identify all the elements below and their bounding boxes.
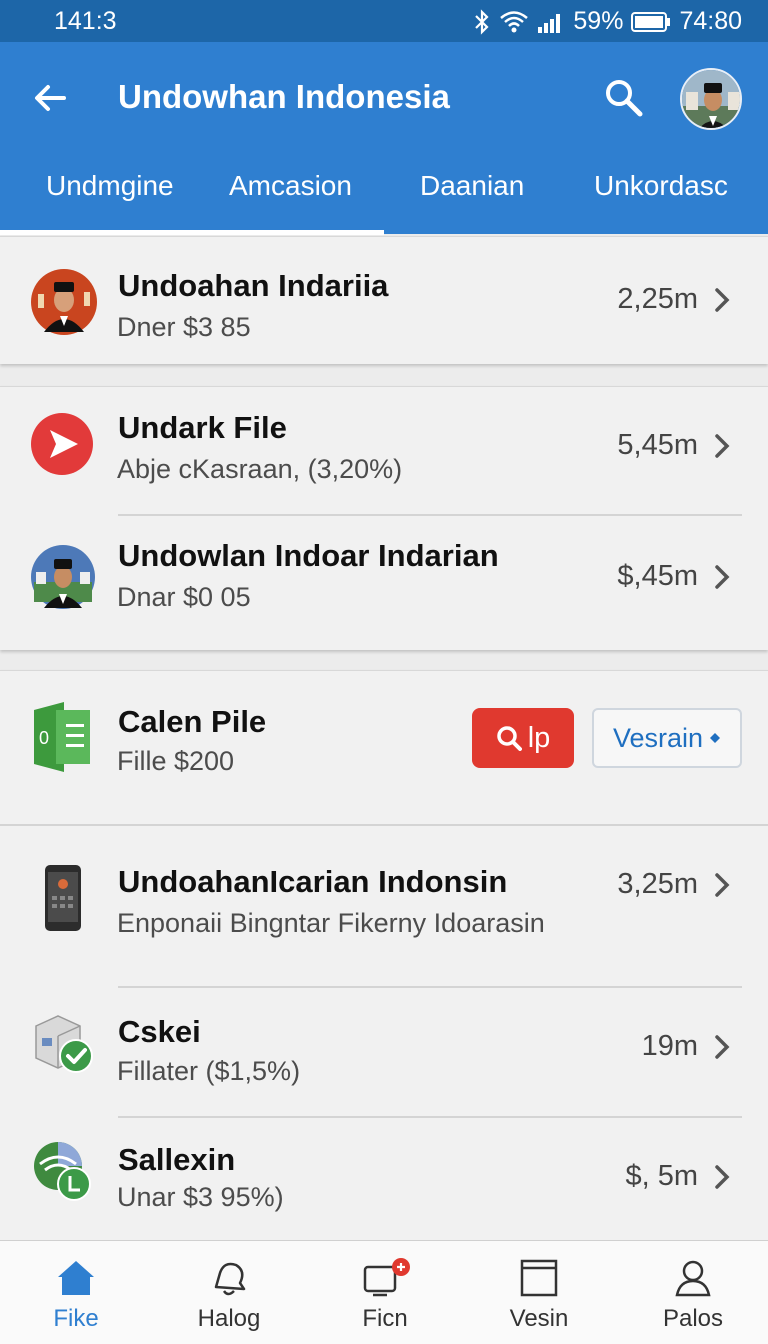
tab-indicator	[0, 230, 384, 235]
tab-bar: Undmgine Amcasion Daanian Unkordasc	[0, 154, 768, 234]
nav-item-label: Palos	[662, 1305, 724, 1332]
list-item[interactable]: Undowlan Indoar Indarian Dnar $0 05 $,45…	[0, 516, 768, 650]
item-name: UndoahanIcarian Indonsin	[118, 864, 508, 899]
bluetooth-icon	[475, 8, 489, 35]
devices-icon	[363, 1258, 410, 1297]
back-arrow-icon[interactable]	[30, 78, 70, 118]
home-icon	[58, 1261, 94, 1295]
signal-icon	[538, 13, 561, 33]
battery-icon	[631, 11, 671, 32]
play-icon	[31, 413, 93, 475]
avatar[interactable]	[680, 68, 742, 130]
portrait-icon	[31, 545, 95, 609]
nav-item-palos[interactable]: Palos	[638, 1257, 748, 1333]
item-subtitle: Unar $3 95%)	[117, 1182, 284, 1212]
status-clock: 74:80	[679, 7, 742, 35]
chevron-right-icon	[715, 1035, 730, 1059]
item-subtitle: Abje cKasraan, (3,20%)	[117, 454, 403, 484]
status-bar: 141:3 59% 74:80	[0, 0, 768, 42]
chevron-right-icon	[715, 434, 730, 458]
globe-icon	[34, 1142, 91, 1201]
item-name: Calen Pile	[118, 704, 267, 739]
tab-undmgine[interactable]: Undmgine	[46, 170, 174, 202]
item-subtitle: Fillater ($1,5%)	[117, 1056, 301, 1086]
item-value: 5,45m	[617, 429, 698, 461]
version-dropdown[interactable]: Vesrain	[592, 708, 742, 768]
nav-item-label: Fike	[53, 1305, 99, 1332]
nav-item-fike[interactable]: Fike	[21, 1257, 131, 1333]
search-icon[interactable]	[602, 76, 646, 120]
list-item[interactable]: Undark File Abje cKasraan, (3,20%) 5,45m	[0, 386, 768, 516]
item-subtitle: Fille $200	[117, 746, 235, 776]
search-action-label: lp	[527, 721, 551, 754]
page-title: Undowhan Indonesia	[118, 78, 450, 115]
search-action-button[interactable]: lp	[472, 708, 574, 768]
item-value: 3,25m	[617, 868, 698, 900]
item-value: $,45m	[617, 560, 698, 592]
nav-item-halog[interactable]: Halog	[174, 1257, 284, 1333]
spreadsheet-icon: 0	[34, 702, 90, 772]
box-check-icon	[35, 1015, 93, 1073]
wifi-icon	[500, 10, 529, 32]
list-item[interactable]: Undoahan Indariia Dner $3 85 2,25m	[0, 236, 768, 364]
item-name: Sallexin	[118, 1142, 236, 1177]
item-name: Undoahan Indariia	[118, 268, 389, 303]
item-subtitle: Dner $3 85	[117, 312, 251, 342]
app-bar: Undowhan Indonesia	[0, 42, 768, 154]
status-icons: 59% 74:80	[473, 7, 742, 36]
tab-unkordasc[interactable]: Unkordasc	[594, 170, 728, 202]
list-item[interactable]: UndoahanIcarian Indonsin Enponaii Bingnt…	[0, 826, 768, 986]
chevron-down-icon	[710, 733, 721, 743]
tab-daanian[interactable]: Daanian	[420, 170, 524, 202]
tab-amcasion[interactable]: Amcasion	[229, 170, 352, 202]
phone-icon	[45, 865, 81, 931]
item-value: $, 5m	[625, 1160, 698, 1192]
item-name: Cskei	[118, 1014, 201, 1049]
svg-text:0: 0	[39, 728, 49, 748]
nav-item-vesin[interactable]: Vesin	[484, 1257, 594, 1333]
nav-item-label: Halog	[197, 1305, 261, 1332]
item-subtitle: Enponaii Bingntar Fikerny Idoarasin	[117, 908, 545, 938]
nav-item-label: Vesin	[509, 1305, 569, 1332]
avatar-portrait-icon	[682, 70, 740, 128]
status-time: 141:3	[54, 7, 117, 35]
window-icon	[520, 1259, 558, 1297]
bell-icon	[214, 1262, 246, 1296]
item-value: 2,25m	[617, 283, 698, 315]
item-name: Undowlan Indoar Indarian	[118, 538, 499, 573]
chevron-right-icon	[715, 1165, 730, 1189]
portrait-icon	[31, 269, 97, 335]
list-item[interactable]: Sallexin Unar $3 95%) $, 5m	[0, 1118, 768, 1240]
chevron-right-icon	[715, 565, 730, 589]
item-name: Undark File	[118, 410, 287, 445]
version-dropdown-label: Vesrain	[612, 722, 704, 753]
battery-percent: 59%	[573, 7, 624, 35]
chevron-right-icon	[715, 288, 730, 312]
bottom-navigation: Fike Halog Ficn Vesin Palos	[0, 1240, 768, 1344]
nav-item-label: Ficn	[362, 1305, 408, 1332]
search-icon	[496, 726, 522, 751]
item-value: 19m	[641, 1030, 698, 1062]
nav-item-ficn[interactable]: Ficn	[330, 1257, 440, 1333]
person-icon	[675, 1260, 711, 1297]
item-subtitle: Dnar $0 05	[117, 582, 251, 612]
list-item[interactable]: Cskei Fillater ($1,5%) 19m	[0, 988, 768, 1116]
chevron-right-icon	[715, 873, 730, 897]
